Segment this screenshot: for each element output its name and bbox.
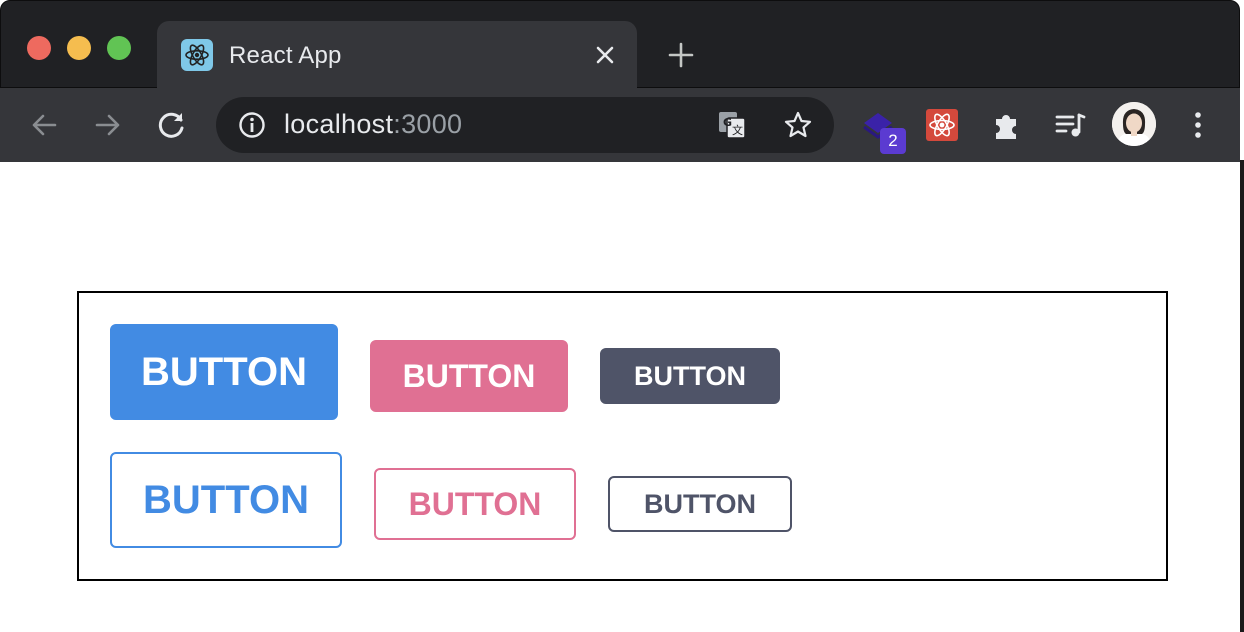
gray-outline-small-button[interactable]: BUTTON xyxy=(608,476,792,532)
url-text: localhost:3000 xyxy=(284,109,462,140)
new-tab-plus-icon[interactable] xyxy=(667,41,695,69)
extension-badge: 2 xyxy=(880,128,906,154)
react-devtools-icon[interactable] xyxy=(922,105,962,145)
svg-text:文: 文 xyxy=(732,123,743,137)
button-demo-container: BUTTON BUTTON BUTTON BUTTON BUTTON BUTTO… xyxy=(77,291,1168,581)
back-arrow-icon[interactable] xyxy=(26,107,62,143)
puzzle-extensions-icon[interactable] xyxy=(986,105,1026,145)
url-port: :3000 xyxy=(393,109,463,139)
zoom-window-button[interactable] xyxy=(107,36,131,60)
address-bar[interactable]: localhost:3000 G 文 xyxy=(216,97,834,153)
url-host: localhost xyxy=(284,109,394,139)
info-icon[interactable] xyxy=(238,111,266,139)
more-menu-icon[interactable] xyxy=(1178,105,1218,145)
close-icon[interactable] xyxy=(593,43,617,67)
tab-title: React App xyxy=(229,42,342,69)
window-edge xyxy=(1240,160,1244,632)
pink-filled-medium-button[interactable]: BUTTON xyxy=(370,340,568,412)
gray-filled-small-button[interactable]: BUTTON xyxy=(600,348,780,404)
translate-icon[interactable]: G 文 xyxy=(716,109,748,141)
minimize-window-button[interactable] xyxy=(67,36,91,60)
svg-text:G: G xyxy=(723,116,732,129)
media-queue-icon[interactable] xyxy=(1050,105,1090,145)
react-icon xyxy=(181,39,213,71)
tab-strip: React App xyxy=(0,0,1240,89)
browser-window: React App localhost:3000 G 文 2 BUTTON BU… xyxy=(0,0,1244,632)
browser-toolbar: localhost:3000 G 文 xyxy=(0,88,1240,162)
bookmark-star-icon[interactable] xyxy=(782,109,814,141)
blue-outline-large-button[interactable]: BUTTON xyxy=(110,452,342,548)
close-window-button[interactable] xyxy=(27,36,51,60)
forward-arrow-icon[interactable] xyxy=(90,107,126,143)
reload-icon[interactable] xyxy=(154,107,190,143)
blue-filled-large-button[interactable]: BUTTON xyxy=(110,324,338,420)
tab-react-app[interactable]: React App xyxy=(157,21,637,89)
pink-outline-medium-button[interactable]: BUTTON xyxy=(374,468,576,540)
profile-avatar[interactable] xyxy=(1112,102,1156,146)
